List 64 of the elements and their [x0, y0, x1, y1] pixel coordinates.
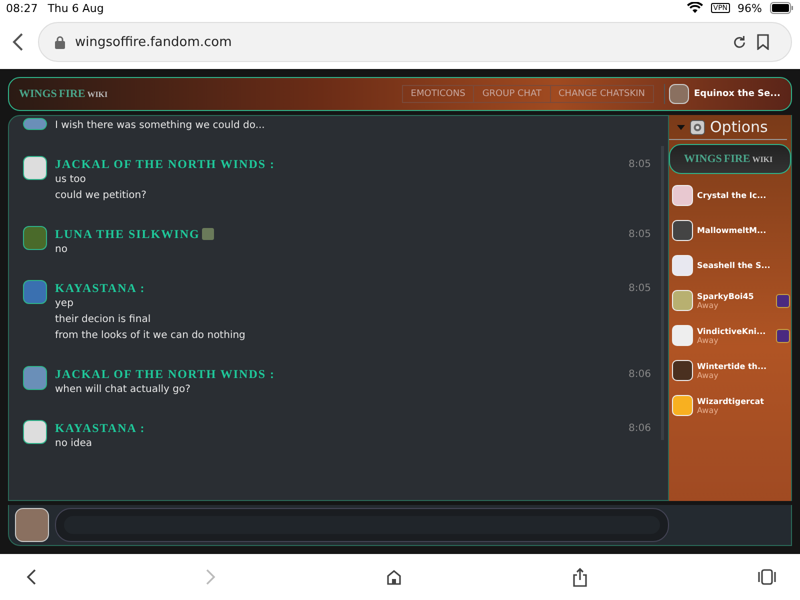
user-avatar: [15, 508, 49, 542]
avatar: [672, 290, 693, 311]
message-input[interactable]: [55, 508, 669, 542]
user-list-item[interactable]: Crystal the Ic...: [669, 178, 791, 213]
message-text: no idea: [55, 437, 94, 451]
author-name[interactable]: KAYASTANA :: [55, 420, 146, 436]
avatar: [23, 280, 47, 304]
back-icon[interactable]: [12, 33, 24, 51]
author-name[interactable]: JACKAL OF THE NORTH WINDS :: [55, 366, 276, 382]
message-text: yep: [55, 297, 74, 311]
message-time: 8:05: [628, 158, 651, 170]
user-list-item[interactable]: Seashell the S...: [669, 248, 791, 283]
share-icon[interactable]: [572, 568, 588, 586]
user-name[interactable]: Equinox the Se...: [694, 89, 780, 99]
message-text: us too: [55, 173, 87, 187]
battery-percent: 96%: [738, 2, 762, 14]
clock-time: 08:27: [6, 2, 38, 14]
url-text: wingsoffire.fandom.com: [75, 34, 232, 50]
options-menu[interactable]: Options: [710, 118, 768, 136]
avatar: [672, 325, 693, 346]
message-text: no: [55, 243, 68, 257]
message-text: could we petition?: [55, 189, 148, 203]
message-text: from the looks of it we can do nothing: [55, 329, 246, 343]
avatar: [672, 220, 693, 241]
message-time: 8:05: [628, 228, 651, 240]
avatar: [672, 255, 693, 276]
author-name[interactable]: KAYASTANA :: [55, 280, 146, 296]
avatar: [672, 395, 693, 416]
date: Thu 6 Aug: [48, 2, 104, 14]
user-list-item[interactable]: Wizardtigercat Away: [669, 388, 791, 423]
message-time: 8:05: [628, 282, 651, 294]
message-time: 8:06: [628, 368, 651, 380]
wiki-logo: WINGS FIRE WIKI: [19, 88, 108, 100]
reload-icon[interactable]: [732, 34, 747, 50]
gear-icon[interactable]: [690, 120, 705, 134]
header-button[interactable]: EMOTICONS: [402, 86, 474, 102]
avatar: [23, 420, 47, 444]
user-list-item[interactable]: SparkyBoi45 Away: [669, 283, 791, 318]
wifi-icon: [687, 2, 704, 14]
avatar: [672, 360, 693, 381]
back-icon[interactable]: [26, 569, 36, 585]
user-list-item[interactable]: Wintertide th... Away: [669, 353, 791, 388]
message-text: when will chat actually go?: [55, 383, 192, 397]
lock-icon: [55, 36, 65, 48]
wiki-room-button[interactable]: WINGS FIRE WIKI: [669, 144, 791, 174]
user-list-item[interactable]: MallowmeltM...: [669, 213, 791, 248]
home-icon[interactable]: [386, 569, 402, 585]
avatar: [672, 185, 693, 206]
avatar: [23, 226, 47, 250]
message-text: their decion is final: [55, 313, 152, 327]
bookmark-icon[interactable]: [757, 34, 769, 50]
author-name[interactable]: JACKAL OF THE NORTH WINDS :: [55, 156, 276, 172]
avatar: [23, 156, 47, 180]
message-text: I wish there was something we could do...: [55, 119, 266, 133]
author-name[interactable]: LUNA THE SILKWING: [55, 226, 200, 242]
battery-icon: [770, 2, 794, 14]
address-bar[interactable]: wingsoffire.fandom.com: [38, 22, 792, 62]
header-button[interactable]: CHANGE CHATSKIN: [550, 86, 653, 102]
message-time: 8:06: [628, 422, 651, 434]
avatar: [23, 118, 47, 130]
user-avatar: [669, 84, 689, 104]
avatar: [23, 366, 47, 390]
tabs-icon[interactable]: [758, 569, 776, 585]
user-list-item[interactable]: VindictiveKni... Away: [669, 318, 791, 353]
